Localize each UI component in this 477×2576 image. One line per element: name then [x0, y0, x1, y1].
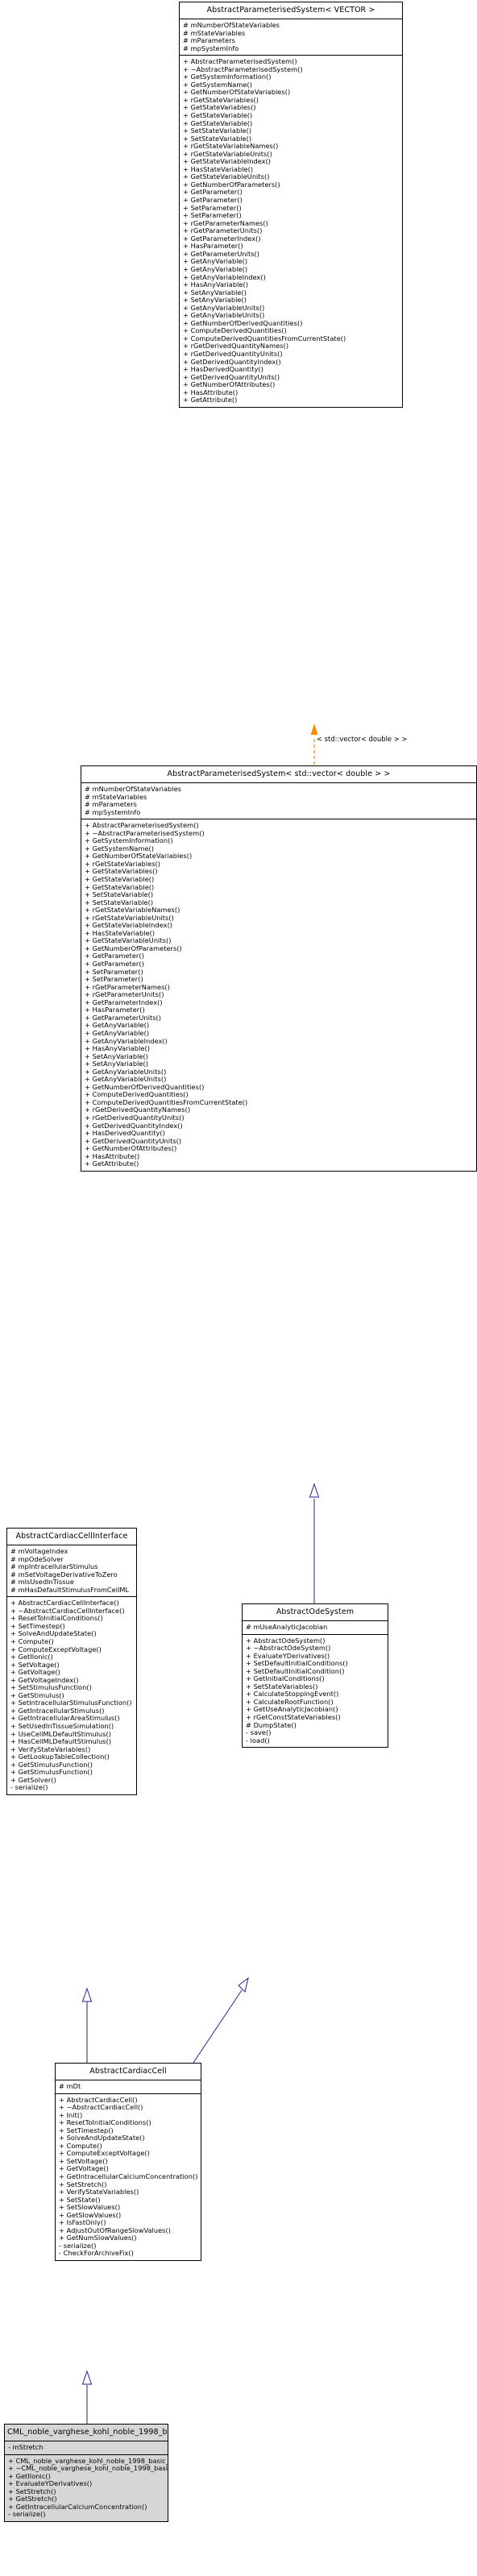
- uml-method-row[interactable]: + GetAttribute(): [180, 396, 402, 404]
- uml-class-diagram: < std::vector< double > > AbstractParame…: [0, 0, 477, 2576]
- uml-methods: + AbstractCardiacCellInterface() + ~Abstr…: [7, 1597, 136, 1794]
- uml-attributes: - mStretch: [5, 2441, 168, 2454]
- uml-method-row[interactable]: + GetAttribute(): [81, 1160, 476, 1168]
- uml-method-row[interactable]: - serialize(): [5, 2511, 168, 2519]
- uml-attribute-row: # mpSystemInfo: [85, 807, 141, 816]
- uml-class-abstract-parameterised-system-vector[interactable]: AbstractParameterisedSystem< VECTOR > # m…: [179, 2, 403, 408]
- uml-method-row[interactable]: + HasAttribute(): [81, 1152, 476, 1161]
- uml-class-title: AbstractOdeSystem: [276, 1607, 355, 1616]
- uml-class-title: AbstractParameterisedSystem< VECTOR >: [206, 6, 375, 15]
- uml-method-row[interactable]: + GetNumberOfAttributes(): [81, 1145, 476, 1153]
- uml-class-title: AbstractParameterisedSystem< std::vector…: [167, 769, 391, 778]
- uml-class-abstract-parameterised-system-stdvector[interactable]: AbstractParameterisedSystem< std::vector…: [81, 765, 477, 1172]
- uml-class-title: AbstractCardiacCellInterface: [15, 1532, 128, 1541]
- uml-attribute-row: # mHasDefaultStimulusFromCellML: [10, 1585, 130, 1594]
- uml-methods: + AbstractParameterisedSystem() + ~Abstra…: [180, 56, 402, 407]
- uml-attribute-row: - mStretch: [8, 2443, 44, 2451]
- uml-attribute-row: # mpSystemInfo: [183, 44, 239, 52]
- uml-class-abstract-cardiac-cell[interactable]: AbstractCardiacCell # mDt + AbstractCardia…: [55, 2063, 201, 2262]
- uml-attributes: # mNumberOfStateVariables # mStateVariabl…: [81, 783, 476, 819]
- uml-attribute-row: # mParameters: [85, 800, 137, 809]
- uml-attribute-row: # mUseAnalyticJacobian: [246, 1623, 328, 1631]
- uml-method-row[interactable]: - CheckForArchiveFix(): [56, 2250, 201, 2258]
- uml-class-abstract-cardiac-cell-interface[interactable]: AbstractCardiacCellInterface # mVoltageIn…: [6, 1528, 137, 1795]
- uml-method-row[interactable]: - load(): [243, 1736, 388, 1745]
- uml-method-row[interactable]: - serialize(): [7, 1784, 136, 1792]
- uml-class-title: CML_noble_varghese_kohl_noble_1998_basic…: [7, 2428, 168, 2437]
- uml-methods: + AbstractParameterisedSystem() + ~Abstra…: [81, 819, 476, 1171]
- uml-methods: + AbstractCardiacCell() + ~AbstractCardia…: [56, 2094, 201, 2260]
- uml-attributes: # mDt: [56, 2080, 201, 2093]
- uml-attributes: # mVoltageIndex # mpOdeSolver # mpIntracel…: [7, 1545, 136, 1596]
- edge-label-template-instantiation: < std::vector< double > >: [317, 735, 408, 743]
- uml-class-title: AbstractCardiacCell: [89, 2067, 167, 2076]
- uml-class-cml-noble-varghese-kohl-noble-1998-basic-with-sac[interactable]: CML_noble_varghese_kohl_noble_1998_basic…: [4, 2424, 168, 2522]
- uml-attribute-row: # mStateVariables: [85, 792, 147, 801]
- uml-class-abstract-ode-system[interactable]: AbstractOdeSystem # mUseAnalyticJacobian +…: [242, 1603, 388, 1748]
- uml-attributes: # mUseAnalyticJacobian: [243, 1621, 388, 1634]
- uml-methods: + AbstractOdeSystem() + ~AbstractOdeSyste…: [243, 1635, 388, 1748]
- uml-attribute-row: # mDt: [59, 2082, 81, 2090]
- uml-attributes: # mNumberOfStateVariables # mStateVariabl…: [180, 19, 402, 55]
- uml-methods: + CML_noble_varghese_kohl_noble_1998_bas…: [5, 2455, 168, 2521]
